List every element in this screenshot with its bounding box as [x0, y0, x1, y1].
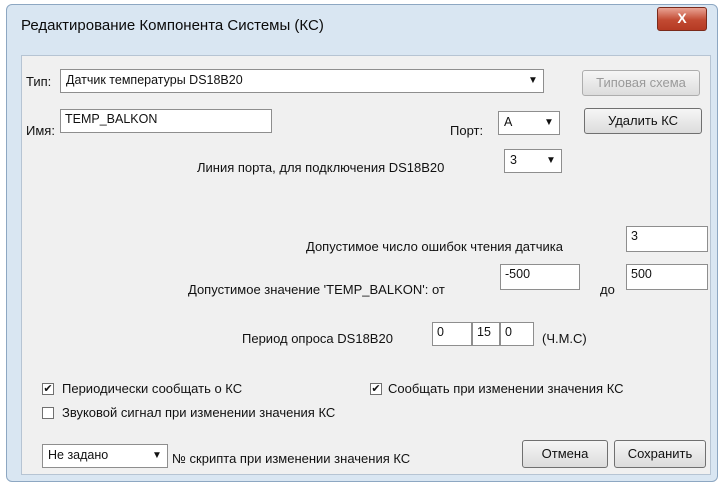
chevron-down-icon: ▼ [546, 155, 556, 166]
sound-checkbox-label[interactable]: Звуковой сигнал при изменении значения К… [62, 405, 335, 420]
chevron-down-icon: ▼ [152, 450, 162, 461]
dialog-body: Тип: Датчик температуры DS18B20 ▼ Типова… [21, 55, 711, 475]
periodic-checkbox[interactable]: ✔ [42, 383, 54, 395]
title-bar[interactable]: Редактирование Компонента Системы (КС) X [7, 5, 717, 39]
period-hours-field[interactable]: 0 [432, 322, 472, 346]
delete-component-button[interactable]: Удалить КС [584, 108, 702, 134]
chevron-down-icon: ▼ [528, 75, 538, 86]
type-label: Тип: [26, 74, 52, 89]
port-select-value: A [504, 115, 513, 129]
period-minutes-field[interactable]: 15 [472, 322, 500, 346]
close-button[interactable]: X [657, 7, 707, 31]
periodic-checkbox-label[interactable]: Периодически сообщать о КС [62, 381, 242, 396]
range-to-label: до [600, 282, 615, 297]
chevron-down-icon: ▼ [544, 117, 554, 128]
period-units-label: (Ч.М.С) [542, 331, 587, 346]
type-select-value: Датчик температуры DS18B20 [66, 73, 243, 87]
on-change-checkbox[interactable]: ✔ [370, 383, 382, 395]
checkmark-icon: ✔ [371, 383, 381, 395]
errors-field[interactable]: 3 [626, 226, 708, 252]
port-line-value: 3 [510, 153, 517, 167]
range-from-field[interactable]: -500 [500, 264, 580, 290]
script-label: № скрипта при изменении значения КС [172, 451, 411, 466]
cancel-button[interactable]: Отмена [522, 440, 608, 468]
port-select[interactable]: A ▼ [498, 111, 560, 135]
range-label: Допустимое значение 'TEMP_BALKON': от [188, 282, 445, 297]
save-button[interactable]: Сохранить [614, 440, 706, 468]
range-to-field[interactable]: 500 [626, 264, 708, 290]
checkmark-icon: ✔ [43, 383, 53, 395]
port-line-label: Линия порта, для подключения DS18B20 [197, 160, 445, 175]
period-seconds-field[interactable]: 0 [500, 322, 534, 346]
window-title: Редактирование Компонента Системы (КС) [21, 17, 324, 34]
dialog-window: Редактирование Компонента Системы (КС) X… [6, 4, 718, 482]
period-label: Период опроса DS18B20 [242, 331, 393, 346]
port-label: Порт: [450, 123, 484, 138]
type-select[interactable]: Датчик температуры DS18B20 ▼ [60, 69, 544, 93]
errors-label: Допустимое число ошибок чтения датчика [306, 239, 563, 254]
name-field[interactable]: TEMP_BALKON [60, 109, 272, 133]
typical-scheme-button[interactable]: Типовая схема [582, 70, 700, 96]
port-line-select[interactable]: 3 ▼ [504, 149, 562, 173]
name-label: Имя: [26, 123, 55, 138]
script-select[interactable]: Не задано ▼ [42, 444, 168, 468]
sound-checkbox[interactable] [42, 407, 54, 419]
on-change-checkbox-label[interactable]: Сообщать при изменении значения КС [388, 381, 624, 396]
script-select-value: Не задано [48, 448, 109, 462]
